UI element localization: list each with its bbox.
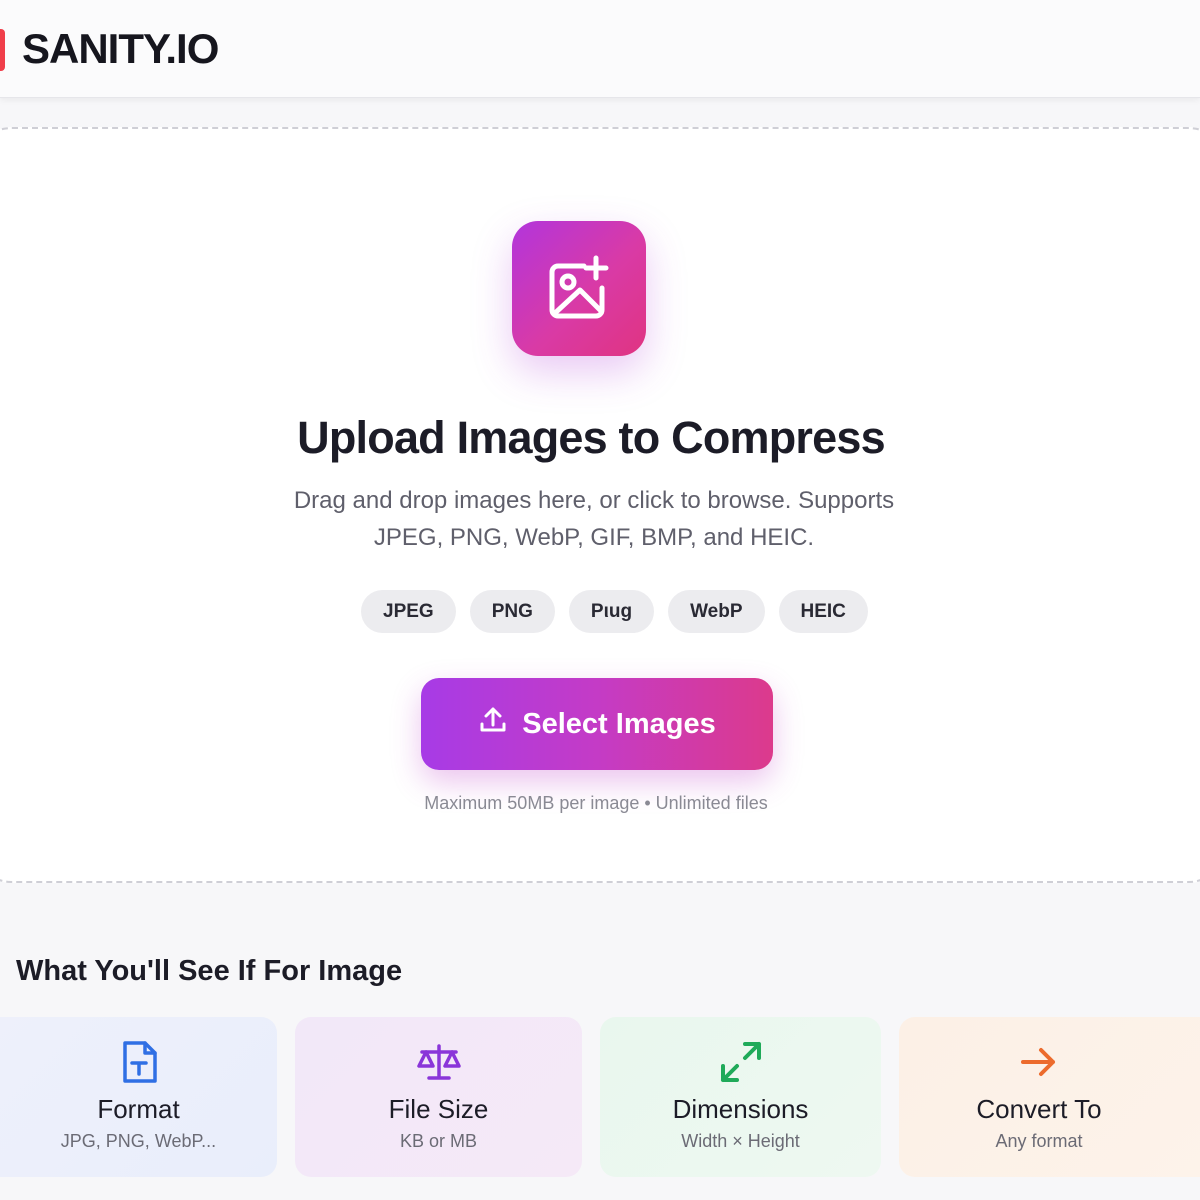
feature-card-convert: Convert To Any format — [899, 1017, 1200, 1177]
scale-icon — [416, 1039, 462, 1085]
feature-card-dimensions: Dimensions Width × Height — [600, 1017, 881, 1177]
feature-card-file-size: File Size KB or MB — [295, 1017, 582, 1177]
select-images-button[interactable]: Select Images — [421, 678, 773, 770]
feature-card-subtitle: Width × Height — [681, 1131, 800, 1151]
format-chip-heic: HEIC — [778, 590, 868, 633]
upload-icon — [478, 705, 508, 743]
feature-card-title: File Size — [388, 1094, 489, 1124]
feature-card-title: Format — [97, 1094, 180, 1124]
image-add-icon[interactable] — [512, 221, 646, 356]
format-chip-png: PNG — [469, 590, 555, 633]
feature-card-format: Format JPG, PNG, WebP... — [0, 1017, 277, 1177]
expand-arrows-icon — [719, 1039, 763, 1085]
arrow-right-icon — [1019, 1039, 1059, 1085]
page: SANITY.IO Upload Images to Compress Drag… — [0, 0, 1200, 1200]
file-type-icon — [119, 1039, 159, 1085]
upload-limits: Maximum 50MB per image • Unlimited files — [424, 793, 768, 813]
app-header: SANITY.IO — [0, 0, 1200, 98]
upload-title: Upload Images to Compress — [297, 412, 885, 463]
select-images-label: Select Images — [522, 707, 716, 740]
feature-card-title: Dimensions — [672, 1094, 809, 1124]
format-chip-third: Pιug — [568, 590, 655, 633]
format-chip-list: JPEG PNG Pιug WebP HEIC — [361, 590, 868, 633]
feature-card-subtitle: KB or MB — [399, 1131, 478, 1151]
feature-card-subtitle: JPG, PNG, WebP... — [60, 1131, 217, 1151]
format-chip-webp: WebP — [668, 590, 765, 633]
feature-card-title: Convert To — [976, 1094, 1102, 1124]
feature-card-subtitle: Any format — [995, 1131, 1083, 1151]
upload-description: Drag and drop images here, or click to b… — [293, 487, 895, 551]
features-title: What You'll See If For Image — [16, 955, 403, 987]
format-chip-jpeg: JPEG — [361, 590, 456, 633]
logo-text[interactable]: SANITY.IO — [22, 24, 219, 74]
logo-mark — [0, 29, 5, 71]
